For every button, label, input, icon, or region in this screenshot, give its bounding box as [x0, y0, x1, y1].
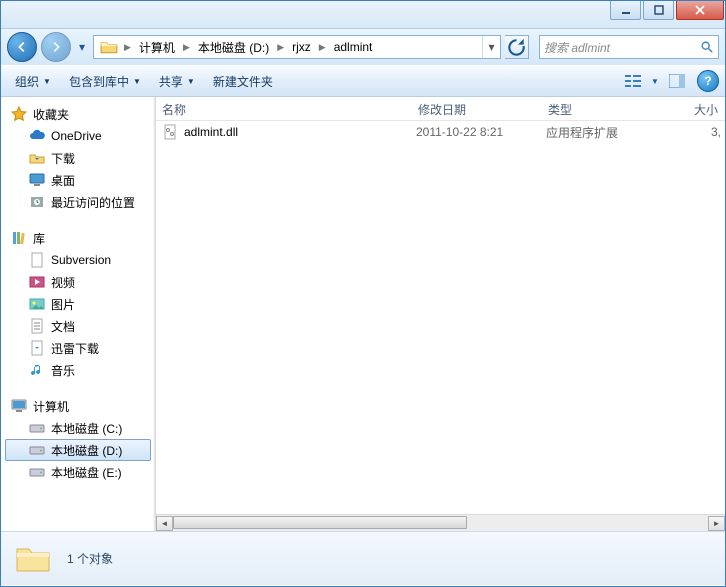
column-headers: 名称 修改日期 类型 大小 [156, 97, 725, 121]
sidebar-item-documents[interactable]: 文档 [1, 315, 155, 337]
sidebar-item-videos[interactable]: 视频 [1, 271, 155, 293]
scroll-right-button[interactable]: ► [708, 516, 725, 531]
file-modified: 2011-10-22 8:21 [416, 125, 546, 139]
folder-icon [100, 38, 118, 56]
sidebar-item-downloads[interactable]: 下载 [1, 147, 155, 169]
pictures-icon [29, 296, 45, 312]
preview-pane-button[interactable] [663, 69, 691, 93]
close-button[interactable] [676, 1, 724, 20]
include-in-library-menu[interactable]: 包含到库中▼ [61, 69, 149, 94]
address-bar[interactable]: ▶ 计算机 ▶ 本地磁盘 (D:) ▶ rjxz ▶ adlmint ▾ [93, 35, 501, 59]
search-placeholder: 搜索 adlmint [544, 39, 700, 56]
file-type: 应用程序扩展 [546, 124, 656, 141]
breadcrumb-item[interactable]: 计算机 [133, 36, 181, 58]
file-list-area: 名称 修改日期 类型 大小 adlmint.dll 2011-10-22 8:2… [156, 97, 725, 531]
back-button[interactable] [7, 32, 37, 62]
sidebar-item-xunlei[interactable]: 迅雷下载 [1, 337, 155, 359]
sidebar-item-pictures[interactable]: 图片 [1, 293, 155, 315]
chevron-right-icon[interactable]: ▶ [317, 42, 328, 53]
dll-file-icon [162, 124, 178, 140]
scroll-left-button[interactable]: ◄ [156, 516, 173, 531]
scroll-thumb[interactable] [173, 516, 467, 529]
column-type[interactable]: 类型 [542, 97, 652, 120]
new-folder-button[interactable]: 新建文件夹 [205, 69, 281, 94]
refresh-button[interactable] [505, 35, 529, 59]
view-options-dropdown[interactable]: ▼ [649, 77, 661, 86]
file-icon [29, 252, 45, 268]
navigation-pane[interactable]: 收藏夹 OneDrive 下载 桌面 最近访问的位置 库 Subversion … [1, 97, 156, 531]
view-options-button[interactable] [619, 69, 647, 93]
chevron-right-icon[interactable]: ▶ [275, 42, 286, 53]
navigation-row: ▾ ▶ 计算机 ▶ 本地磁盘 (D:) ▶ rjxz ▶ adlmint ▾ 搜… [1, 29, 725, 65]
maximize-button[interactable] [643, 1, 674, 20]
breadcrumb-item[interactable]: rjxz [286, 36, 317, 58]
details-pane: 1 个对象 [1, 531, 725, 585]
column-modified[interactable]: 修改日期 [412, 97, 542, 120]
organize-menu[interactable]: 组织▼ [7, 69, 59, 94]
column-name[interactable]: 名称 [156, 97, 412, 120]
computer-icon [11, 398, 27, 414]
column-size[interactable]: 大小 [652, 97, 725, 120]
minimize-button[interactable] [610, 1, 641, 20]
main-area: 收藏夹 OneDrive 下载 桌面 最近访问的位置 库 Subversion … [1, 97, 725, 531]
folder-icon [13, 539, 53, 579]
breadcrumb-item[interactable]: adlmint [328, 36, 379, 58]
cloud-icon [29, 128, 45, 144]
drive-icon [29, 420, 45, 436]
sidebar-item-recent[interactable]: 最近访问的位置 [1, 191, 155, 213]
sidebar-item-drive-d[interactable]: 本地磁盘 (D:) [5, 439, 151, 461]
breadcrumb-item[interactable]: 本地磁盘 (D:) [192, 36, 275, 58]
horizontal-scrollbar[interactable]: ◄ ► [156, 514, 725, 531]
recent-icon [29, 194, 45, 210]
search-icon [700, 40, 714, 54]
file-list[interactable]: adlmint.dll 2011-10-22 8:21 应用程序扩展 3, [156, 121, 725, 514]
sidebar-item-subversion[interactable]: Subversion [1, 249, 155, 271]
download-icon [29, 340, 45, 356]
forward-button[interactable] [41, 32, 71, 62]
share-menu[interactable]: 共享▼ [151, 69, 203, 94]
drive-icon [29, 442, 45, 458]
window-titlebar [1, 1, 725, 29]
file-row[interactable]: adlmint.dll 2011-10-22 8:21 应用程序扩展 3, [156, 121, 725, 143]
sidebar-item-music[interactable]: 音乐 [1, 359, 155, 381]
file-name: adlmint.dll [184, 125, 416, 139]
address-dropdown[interactable]: ▾ [482, 36, 500, 58]
command-toolbar: 组织▼ 包含到库中▼ 共享▼ 新建文件夹 ▼ ? [1, 65, 725, 97]
desktop-icon [29, 172, 45, 188]
sidebar-item-drive-c[interactable]: 本地磁盘 (C:) [1, 417, 155, 439]
file-size: 3, [656, 125, 725, 139]
scroll-track[interactable] [173, 516, 708, 531]
documents-icon [29, 318, 45, 334]
sidebar-item-desktop[interactable]: 桌面 [1, 169, 155, 191]
music-icon [29, 362, 45, 378]
video-icon [29, 274, 45, 290]
search-input[interactable]: 搜索 adlmint [539, 35, 719, 59]
computer-group[interactable]: 计算机 [1, 395, 155, 417]
download-icon [29, 150, 45, 166]
sidebar-item-drive-e[interactable]: 本地磁盘 (E:) [1, 461, 155, 483]
libraries-icon [11, 230, 27, 246]
chevron-right-icon[interactable]: ▶ [122, 42, 133, 53]
chevron-right-icon[interactable]: ▶ [181, 42, 192, 53]
drive-icon [29, 464, 45, 480]
star-icon [11, 106, 27, 122]
history-dropdown[interactable]: ▾ [75, 36, 89, 58]
libraries-group[interactable]: 库 [1, 227, 155, 249]
status-text: 1 个对象 [67, 550, 113, 567]
favorites-group[interactable]: 收藏夹 [1, 103, 155, 125]
sidebar-item-onedrive[interactable]: OneDrive [1, 125, 155, 147]
help-button[interactable]: ? [697, 70, 719, 92]
